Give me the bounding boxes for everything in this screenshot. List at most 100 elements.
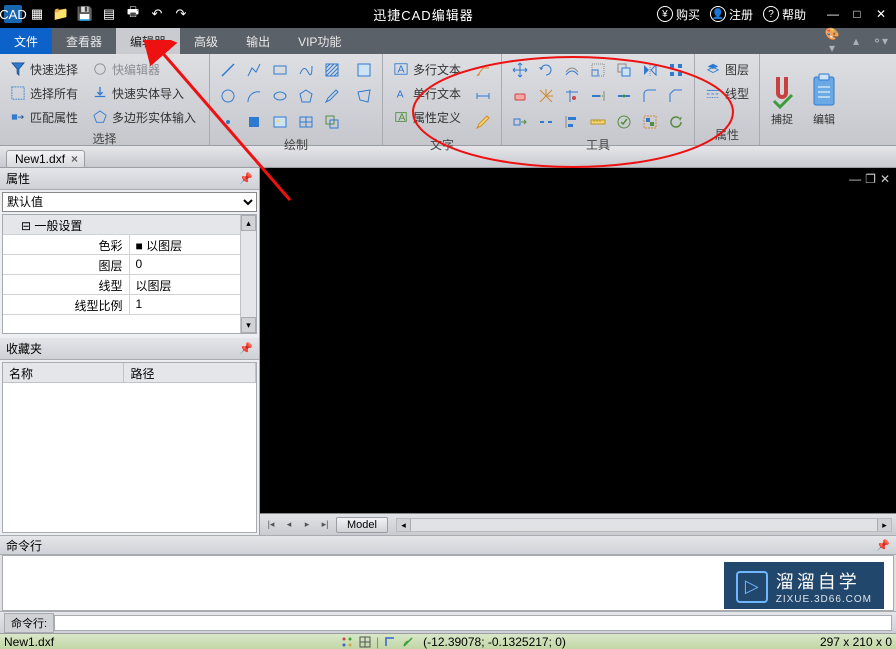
grid-toggle-icon[interactable] (358, 635, 372, 649)
trim-tool[interactable] (560, 84, 584, 108)
ellipse-tool[interactable] (268, 84, 292, 108)
ortho-toggle-icon[interactable] (383, 635, 397, 649)
wipeout-tool[interactable] (352, 58, 376, 82)
tab-viewer[interactable]: 查看器 (52, 28, 116, 54)
dimension-tool[interactable] (471, 84, 495, 108)
point-tool[interactable] (216, 110, 240, 134)
move-tool[interactable] (508, 58, 532, 82)
leader-tool[interactable] (471, 58, 495, 82)
quick-solid-import-button[interactable]: 快速实体导入 (88, 82, 200, 104)
scale-tool[interactable] (586, 58, 610, 82)
layout-nav-prev[interactable]: ◂ (282, 518, 296, 532)
circle-tool[interactable] (216, 84, 240, 108)
canvas-min-icon[interactable]: — (849, 172, 861, 186)
pin-icon[interactable]: 📌 (239, 172, 253, 185)
insert-tool[interactable] (320, 110, 344, 134)
erase-tool[interactable] (508, 84, 532, 108)
redo-icon[interactable]: ↷ (172, 5, 190, 23)
stext-button[interactable]: A单行文本 (389, 82, 465, 104)
polar-toggle-icon[interactable] (401, 635, 415, 649)
snap-toggle-icon[interactable] (340, 635, 354, 649)
extend-tool[interactable] (586, 84, 610, 108)
prop-row-linetype[interactable]: 线型 以图层 (3, 275, 256, 295)
polyline-tool[interactable] (242, 58, 266, 82)
new-icon[interactable]: ▦ (28, 5, 46, 23)
array-tool[interactable] (664, 58, 688, 82)
open-icon[interactable]: 📁 (52, 5, 70, 23)
offset-tool[interactable] (560, 58, 584, 82)
style-icon[interactable]: 🎨▾ (824, 27, 840, 55)
scroll-down-button[interactable]: ▾ (241, 317, 256, 333)
tab-vip[interactable]: VIP功能 (284, 28, 355, 54)
undo-icon[interactable]: ↶ (148, 5, 166, 23)
canvas-close-icon[interactable]: ✕ (880, 172, 890, 186)
properties-scrollbar[interactable]: ▴ ▾ (240, 215, 256, 333)
canvas-area[interactable]: — ❐ ✕ |◂ ◂ ▸ ▸| Model ◂ ▸ (260, 168, 896, 535)
group-tool[interactable] (638, 110, 662, 134)
minimize-ribbon-icon[interactable]: ▴ (848, 34, 864, 48)
layout-nav-last[interactable]: ▸| (318, 518, 332, 532)
break-tool[interactable] (534, 110, 558, 134)
scroll-up-button[interactable]: ▴ (241, 215, 256, 231)
refresh-tool[interactable] (664, 110, 688, 134)
minimize-button[interactable]: — (822, 5, 844, 23)
fillet-tool[interactable] (638, 84, 662, 108)
prop-row-layer[interactable]: 图层 0 (3, 255, 256, 275)
explode-tool[interactable] (534, 84, 558, 108)
attdef-button[interactable]: A属性定义 (389, 106, 465, 128)
layer-button[interactable]: 图层 (701, 58, 753, 80)
ribbon-help-icon[interactable]: ⚬▾ (872, 34, 888, 48)
command-pin-icon[interactable]: 📌 (876, 539, 890, 552)
linetype-button[interactable]: 线型 (701, 82, 753, 104)
saveall-icon[interactable]: ▤ (100, 5, 118, 23)
rect-tool[interactable] (268, 58, 292, 82)
line-tool[interactable] (216, 58, 240, 82)
measure-tool[interactable] (586, 110, 610, 134)
stretch-tool[interactable] (508, 110, 532, 134)
align-tool[interactable] (560, 110, 584, 134)
maximize-button[interactable]: □ (846, 5, 868, 23)
register-link[interactable]: 👤注册 (710, 6, 753, 23)
join-tool[interactable] (612, 84, 636, 108)
canvas-hscrollbar[interactable]: ◂ ▸ (396, 518, 892, 532)
image-tool[interactable] (268, 110, 292, 134)
command-input[interactable] (54, 615, 892, 631)
mirror-tool[interactable] (638, 58, 662, 82)
spline-tool[interactable] (294, 58, 318, 82)
canvas-max-icon[interactable]: ❐ (865, 172, 876, 186)
hatch-tool[interactable] (320, 58, 344, 82)
edit-button[interactable]: 编辑 (806, 58, 842, 141)
properties-dropdown[interactable]: 默认值 (2, 192, 257, 212)
layout-nav-first[interactable]: |◂ (264, 518, 278, 532)
table-tool[interactable] (294, 110, 318, 134)
purge-tool[interactable] (612, 110, 636, 134)
save-icon[interactable]: 💾 (76, 5, 94, 23)
document-tab[interactable]: New1.dxf × (6, 150, 85, 167)
polygon-input-button[interactable]: 多边形实体输入 (88, 106, 200, 128)
snap-button[interactable]: 捕捉 (764, 58, 800, 141)
pencil-tool[interactable] (320, 84, 344, 108)
rotate-tool[interactable] (534, 58, 558, 82)
arc-tool[interactable] (242, 84, 266, 108)
copy-tool[interactable] (612, 58, 636, 82)
match-props-button[interactable]: 匹配属性 (6, 106, 82, 128)
print-icon[interactable]: 🖶 (124, 5, 142, 23)
region-tool[interactable] (352, 84, 376, 108)
hscroll-left[interactable]: ◂ (397, 519, 411, 531)
document-tab-close[interactable]: × (71, 152, 78, 166)
select-all-button[interactable]: 选择所有 (6, 82, 82, 104)
quick-select-button[interactable]: 快速选择 (6, 58, 82, 80)
properties-selector[interactable]: 默认值 (2, 192, 257, 212)
prop-row-ltscale[interactable]: 线型比例 1 (3, 295, 256, 315)
layout-nav-next[interactable]: ▸ (300, 518, 314, 532)
close-button[interactable]: ✕ (870, 5, 892, 23)
tab-advanced[interactable]: 高级 (180, 28, 232, 54)
tab-file[interactable]: 文件 (0, 28, 52, 54)
hscroll-right[interactable]: ▸ (877, 519, 891, 531)
tab-output[interactable]: 输出 (232, 28, 284, 54)
mtext-button[interactable]: A多行文本 (389, 58, 465, 80)
properties-section-header[interactable]: ⊟ 一般设置 (3, 215, 256, 235)
model-tab[interactable]: Model (336, 517, 388, 533)
polygon-tool[interactable] (294, 84, 318, 108)
tab-editor[interactable]: 编辑器 (116, 28, 180, 54)
